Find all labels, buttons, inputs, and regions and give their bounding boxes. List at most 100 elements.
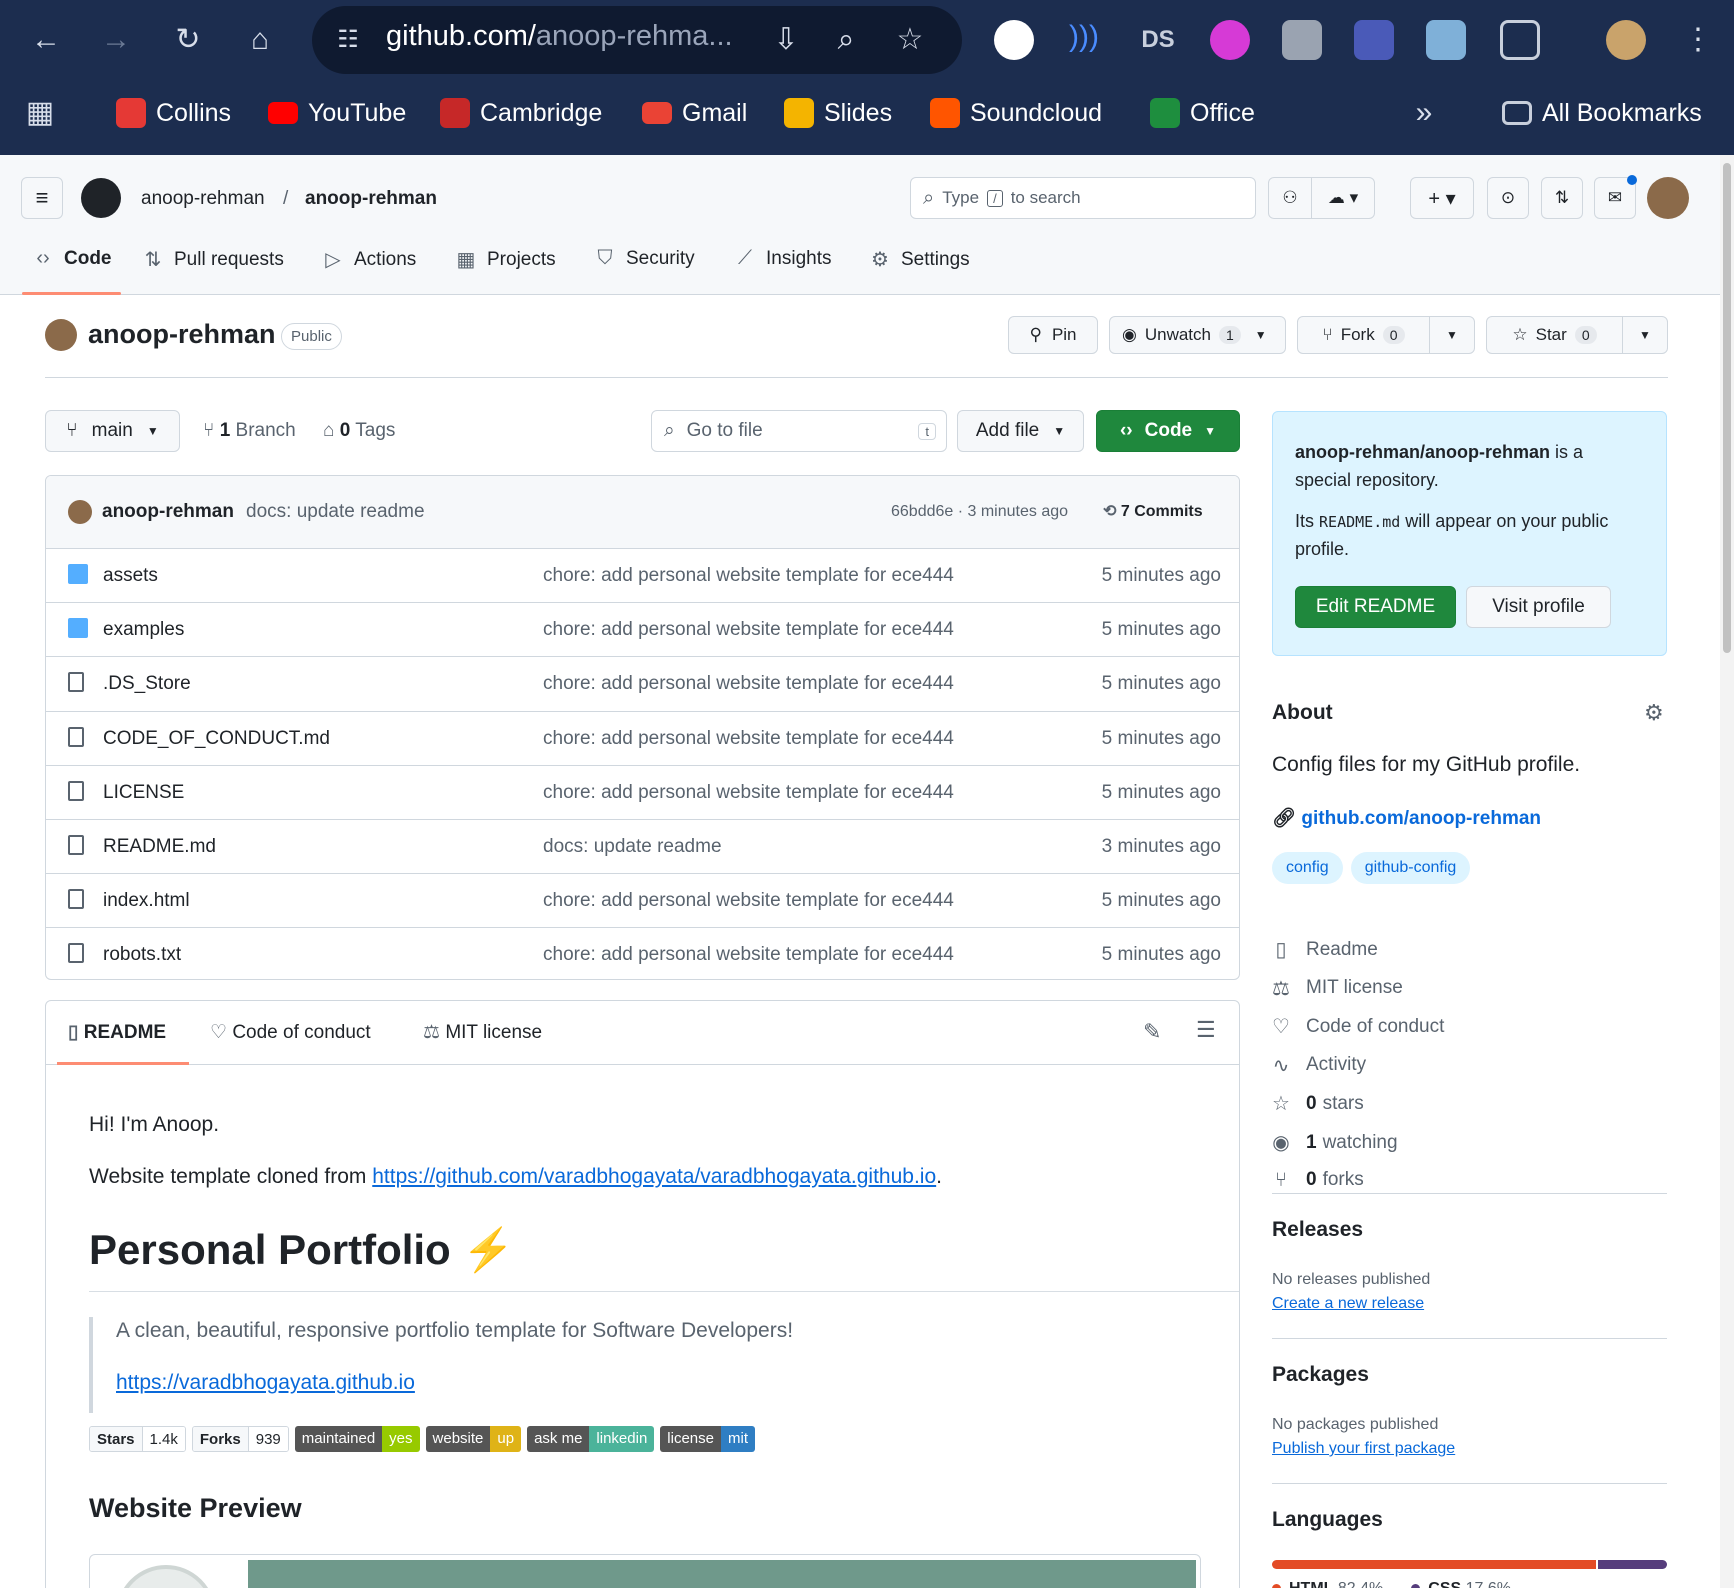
readme-tab[interactable]: ▯ README [68,1021,166,1044]
pin-button[interactable]: ⚲ Pin [1008,316,1098,354]
fork-button[interactable]: ⑂ Fork 0 [1297,316,1430,354]
edit-readme-button[interactable]: Edit README [1295,586,1456,628]
commit-hash-time[interactable]: 66bdd6e · 3 minutes ago [891,503,1068,521]
copilot-menu-button[interactable]: ☁ ▾ [1311,177,1375,219]
bookmark-collins[interactable]: Collins [116,93,231,133]
extensions-puzzle-icon[interactable] [1500,20,1540,60]
bookmark-office[interactable]: Office [1150,93,1255,133]
extension-shorts-icon[interactable] [1426,20,1466,60]
user-avatar[interactable] [1647,177,1689,219]
bookmark-soundcloud[interactable]: Soundcloud [930,93,1102,133]
install-icon[interactable]: ⇩ [766,20,806,60]
file-commit-message[interactable]: chore: add personal website template for… [543,782,954,804]
address-bar[interactable]: ☷ github.com/anoop-rehma... ⇩ ⌕ ☆ [312,6,962,74]
file-row[interactable]: robots.txt chore: add personal website te… [46,927,1239,979]
star-button[interactable]: ☆ Star 0 [1486,316,1623,354]
hamburger-button[interactable]: ≡ [21,177,63,219]
extension-clock-icon[interactable] [994,20,1034,60]
file-row[interactable]: LICENSE chore: add personal website templ… [46,764,1239,819]
file-commit-message[interactable]: chore: add personal website template for… [543,565,954,587]
url-text[interactable]: github.com/anoop-rehma... [386,20,733,53]
issues-icon[interactable]: ⊙ [1487,177,1529,219]
site-settings-icon[interactable]: ☷ [328,20,368,60]
license-tab[interactable]: ⚖ MIT license [423,1021,542,1044]
scrollbar-thumb[interactable] [1723,163,1731,653]
readme-badge[interactable]: license mit [660,1426,755,1452]
about-item[interactable]: ⚖ MIT license [1270,976,1403,1001]
tab-projects[interactable]: ▦ Projects [455,247,556,272]
file-name[interactable]: index.html [103,890,190,912]
pull-requests-icon[interactable]: ⇅ [1541,177,1583,219]
branches-link[interactable]: ⑂ 1 Branch [203,420,296,442]
readme-quote-link[interactable]: https://varadbhogayata.github.io [116,1371,415,1395]
commit-author[interactable]: anoop-rehman [102,501,234,523]
extension-notes-icon[interactable] [1282,20,1322,60]
about-settings-gear-icon[interactable]: ⚙ [1644,700,1664,726]
profile-avatar-icon[interactable] [1606,20,1646,60]
tab-insights[interactable]: ⟋ Insights [734,247,831,270]
readme-badge[interactable]: website up [425,1426,522,1452]
visit-profile-button[interactable]: Visit profile [1466,586,1611,628]
bookmark-star-icon[interactable]: ☆ [890,20,930,60]
tab-code[interactable]: ‹› Code [32,247,111,270]
github-logo-icon[interactable] [81,178,121,218]
star-menu-button[interactable]: ▼ [1622,316,1668,354]
file-name[interactable]: robots.txt [103,944,181,966]
readme-badge[interactable]: Forks 939 [191,1426,289,1452]
about-item[interactable]: ◉ 1 watching [1270,1130,1397,1155]
file-commit-message[interactable]: chore: add personal website template for… [543,673,954,695]
file-commit-message[interactable]: docs: update readme [543,836,722,858]
apps-grid-icon[interactable]: ▦ [20,93,60,133]
topic-tag[interactable]: github-config [1350,852,1471,884]
code-of-conduct-tab[interactable]: ♡ Code of conduct [210,1021,371,1044]
releases-title[interactable]: Releases [1272,1218,1363,1242]
unwatch-button[interactable]: ◉ Unwatch 1 ▼ [1109,316,1286,354]
go-to-file-input[interactable]: ⌕ Go to file t [651,410,947,452]
readme-badge[interactable]: maintained yes [294,1426,420,1452]
file-name[interactable]: README.md [103,836,216,858]
branch-select-button[interactable]: ⑂ main ▼ [45,410,180,452]
tab-pull-requests[interactable]: ⇅ Pull requests [142,247,284,272]
bookmark-slides[interactable]: Slides [784,93,892,133]
file-row[interactable]: index.html chore: add personal website te… [46,873,1239,927]
code-button[interactable]: ‹› Code ▼ [1096,410,1240,452]
file-row[interactable]: examples chore: add personal website temp… [46,602,1239,656]
create-release-link[interactable]: Create a new release [1272,1295,1424,1313]
pencil-icon[interactable]: ✎ [1143,1019,1161,1045]
file-name[interactable]: LICENSE [103,782,184,804]
reload-icon[interactable]: ↻ [168,20,208,60]
file-row[interactable]: README.md docs: update readme 3 minutes ag… [46,819,1239,873]
bookmark-youtube[interactable]: YouTube [268,93,406,133]
extension-audio-icon[interactable]: ))) [1064,20,1104,60]
tab-actions[interactable]: ▷ Actions [322,247,416,272]
menu-dots-icon[interactable]: ⋮ [1678,20,1718,60]
page-scrollbar[interactable] [1720,155,1734,1588]
file-commit-message[interactable]: chore: add personal website template for… [543,619,954,641]
about-item[interactable]: ▯ Readme [1270,937,1377,962]
forward-icon[interactable]: → [96,20,136,60]
topic-tag[interactable]: config [1272,852,1343,884]
file-row[interactable]: .DS_Store chore: add personal website tem… [46,656,1239,710]
copilot-button[interactable]: ⚇ [1268,177,1312,219]
fork-menu-button[interactable]: ▼ [1429,316,1475,354]
extension-power-icon[interactable] [1210,20,1250,60]
about-item[interactable]: ☆ 0 stars [1270,1091,1364,1116]
about-link[interactable]: 🔗︎ github.com/anoop-rehman [1272,806,1541,830]
bookmark-gmail[interactable]: Gmail [642,93,747,133]
outline-icon[interactable]: ☰ [1196,1017,1216,1043]
home-icon[interactable]: ⌂ [240,20,280,60]
add-file-button[interactable]: Add file ▼ [957,410,1084,452]
search-input[interactable]: ⌕ Type / to search [910,177,1256,219]
file-row[interactable]: assets chore: add personal website templa… [46,548,1239,602]
more-bookmarks-icon[interactable]: » [1404,93,1444,133]
owner-link[interactable]: anoop-rehman [141,188,265,210]
commit-message[interactable]: docs: update readme [246,501,425,523]
file-name[interactable]: assets [103,565,158,587]
about-item[interactable]: ∿ Activity [1270,1053,1367,1078]
commits-link[interactable]: ⟲ 7 Commits [1103,501,1203,521]
extension-ds-icon[interactable]: DS [1138,20,1178,60]
packages-title[interactable]: Packages [1272,1363,1369,1387]
bookmark-cambridge[interactable]: Cambridge [440,93,602,133]
extension-game-icon[interactable] [1354,20,1394,60]
cloned-link[interactable]: https://github.com/varadbhogayata/varadb… [372,1165,936,1188]
